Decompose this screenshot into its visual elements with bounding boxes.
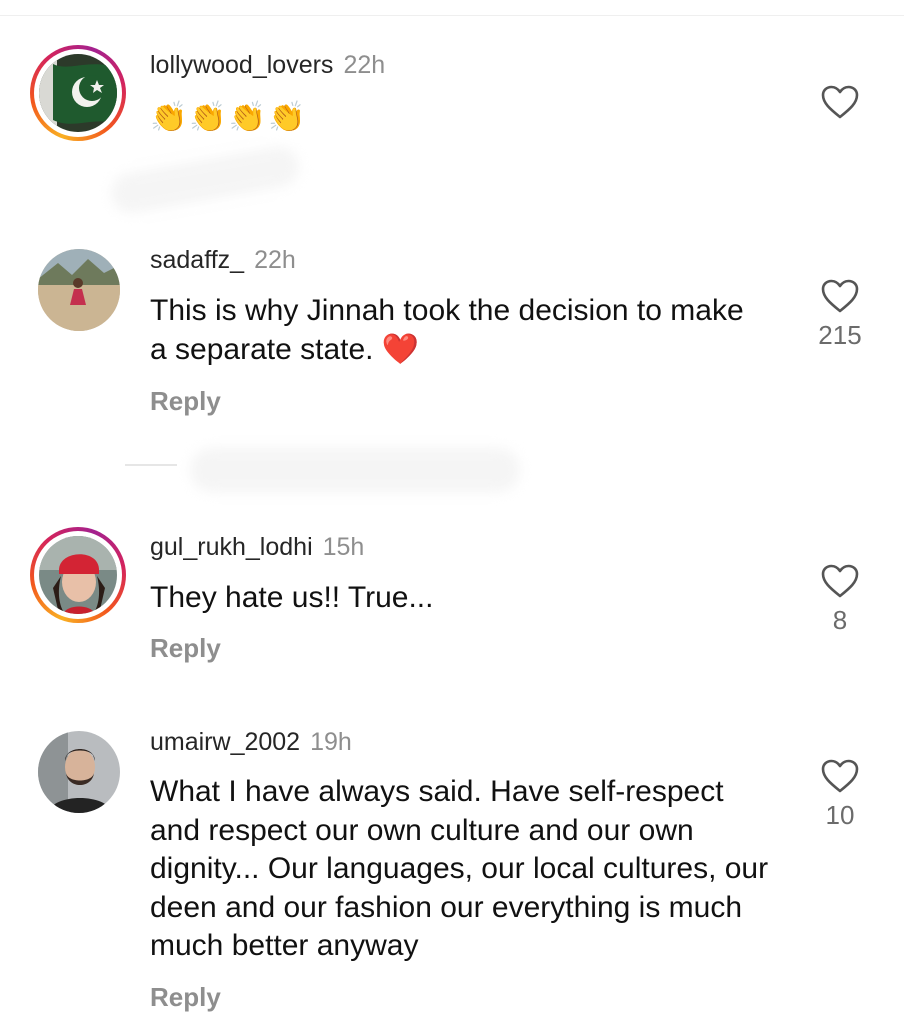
like-count: 215: [818, 320, 862, 350]
person-outdoors-image: [38, 249, 120, 331]
like-count: 10: [825, 800, 855, 830]
heart-outline-icon[interactable]: [820, 278, 860, 314]
timestamp: 22h: [343, 51, 386, 79]
comment-header: umairw_2002 19h: [150, 728, 352, 757]
man-portrait-image: [38, 731, 120, 813]
redacted-region: [190, 448, 520, 492]
heart-outline-icon[interactable]: [820, 563, 860, 599]
comment-text: They hate us!! True...: [150, 581, 434, 614]
timestamp: 19h: [310, 728, 352, 756]
redacted-region: [107, 143, 303, 217]
avatar[interactable]: [38, 731, 120, 813]
like-button[interactable]: [818, 84, 862, 126]
comment-text: 👏👏👏👏: [150, 101, 308, 134]
divider: [125, 464, 177, 466]
comment-header: sadaffz_ 22h: [150, 246, 296, 275]
like-button[interactable]: 8: [818, 563, 862, 636]
timestamp: 15h: [322, 533, 365, 561]
timestamp: 22h: [254, 246, 296, 274]
comment-header: lollywood_lovers 22h: [150, 51, 385, 80]
avatar[interactable]: [30, 527, 126, 623]
reply-button[interactable]: Reply: [150, 386, 221, 417]
comment-header: gul_rukh_lodhi 15h: [150, 533, 364, 562]
reply-button[interactable]: Reply: [150, 982, 221, 1013]
username[interactable]: lollywood_lovers: [150, 51, 333, 79]
reply-button[interactable]: Reply: [150, 633, 221, 664]
avatar[interactable]: [30, 45, 126, 141]
heart-outline-icon[interactable]: [820, 84, 860, 120]
pakistan-flag-image: [39, 54, 117, 132]
like-button[interactable]: 215: [818, 278, 862, 351]
username[interactable]: umairw_2002: [150, 728, 300, 756]
like-count: 8: [832, 605, 848, 635]
avatar[interactable]: [38, 249, 120, 331]
username[interactable]: gul_rukh_lodhi: [150, 533, 313, 561]
username[interactable]: sadaffz_: [150, 246, 244, 274]
comment-text: What I have always said. Have self-respe…: [150, 775, 769, 962]
top-divider: [0, 15, 904, 16]
woman-red-beanie-image: [39, 536, 117, 614]
heart-outline-icon[interactable]: [820, 758, 860, 794]
like-button[interactable]: 10: [818, 758, 862, 831]
comment-text: This is why Jinnah took the decision to …: [150, 294, 744, 366]
